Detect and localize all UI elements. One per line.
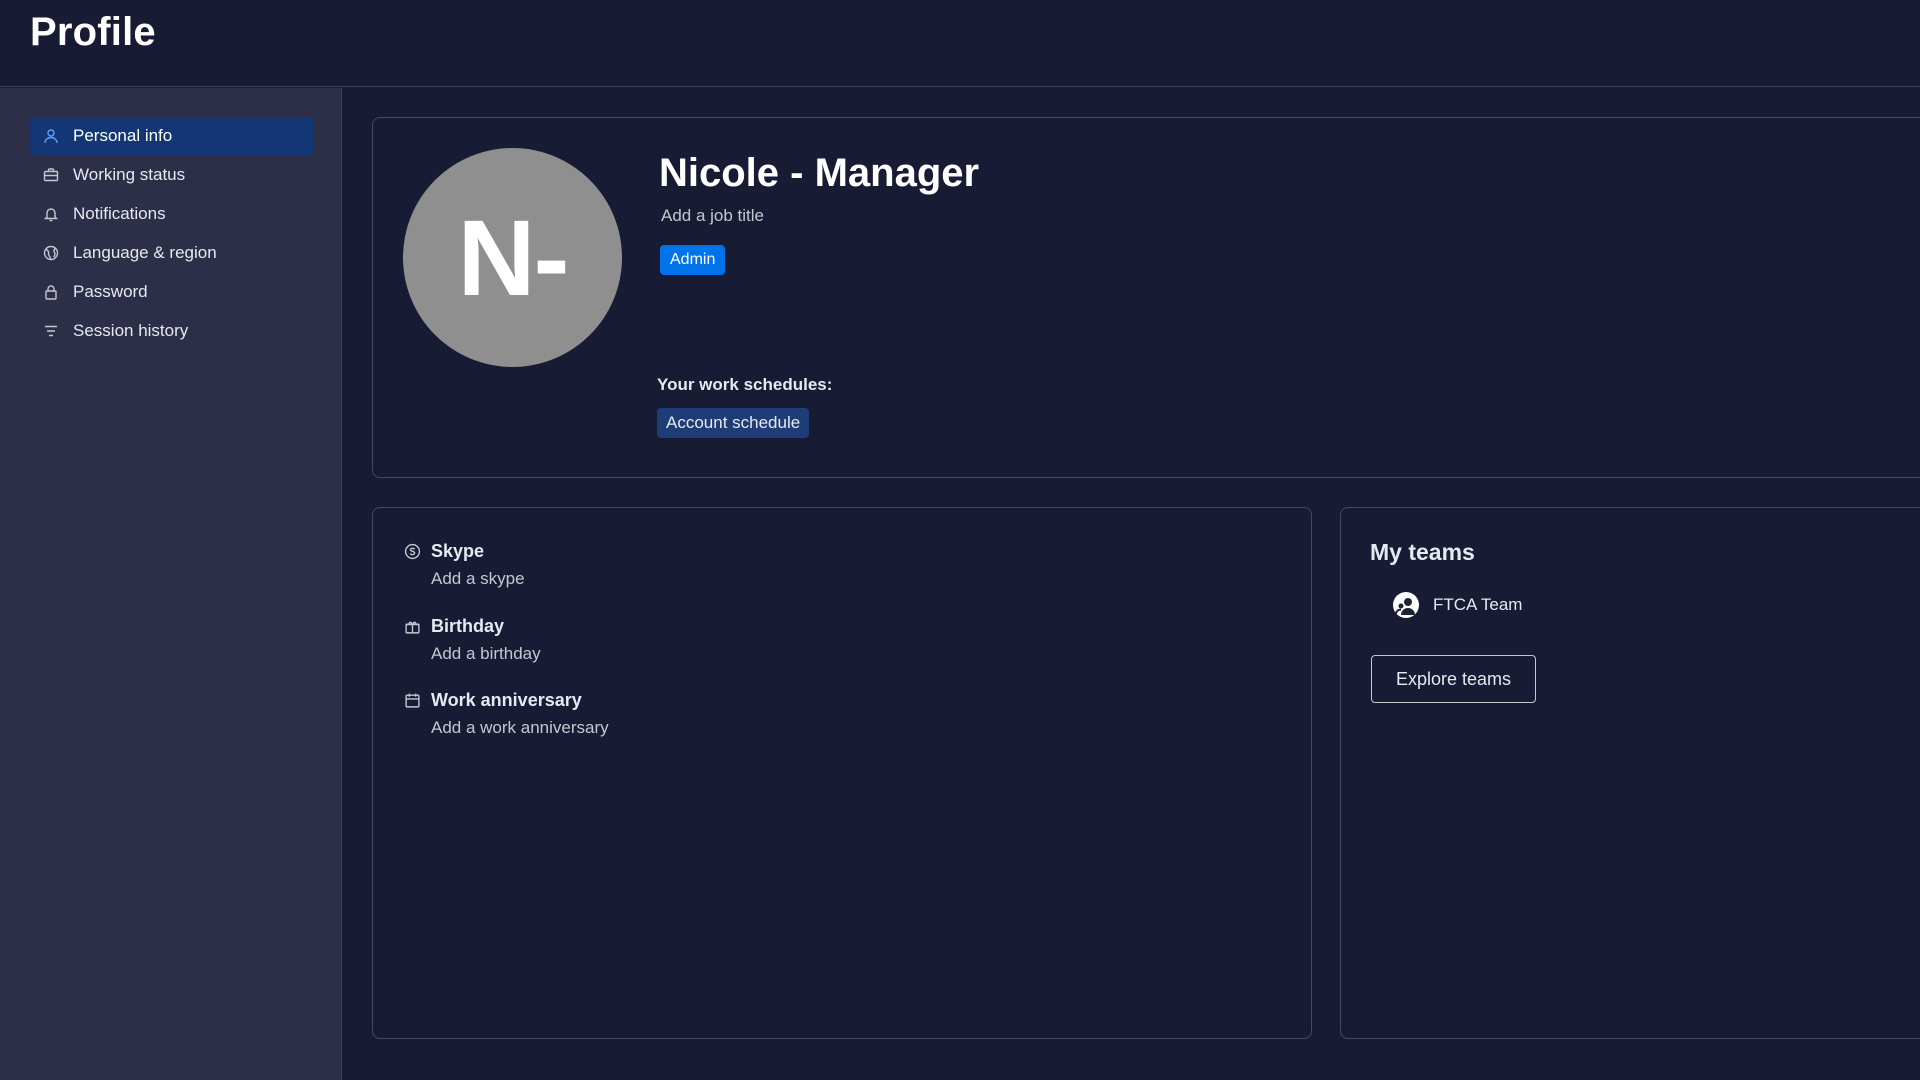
sidebar: Personal info Working status Notificatio…: [0, 88, 342, 1080]
gift-icon: [403, 618, 421, 636]
birthday-field[interactable]: Add a birthday: [431, 644, 541, 664]
teams-card: My teams FTCA Team Explore teams: [1340, 507, 1920, 1039]
profile-card: N- Nicole - Manager Add a job title Admi…: [372, 117, 1920, 478]
skype-icon: [403, 543, 421, 561]
team-item[interactable]: FTCA Team: [1393, 592, 1522, 618]
calendar-icon: [403, 692, 421, 710]
team-icon: [1393, 592, 1419, 618]
role-badge: Admin: [660, 245, 726, 275]
detail-title: Work anniversary: [431, 690, 582, 710]
bell-icon: [42, 205, 60, 223]
detail-work-anniversary: Work anniversary Add a work anniversary: [403, 690, 609, 738]
sidebar-item-label: Session history: [73, 321, 189, 340]
explore-teams-button[interactable]: Explore teams: [1371, 655, 1536, 703]
filter-lines-icon: [42, 322, 60, 340]
sidebar-item-session-history[interactable]: Session history: [30, 312, 313, 350]
lock-icon: [42, 283, 60, 301]
work-schedules-label: Your work schedules:: [657, 375, 833, 394]
detail-title: Birthday: [431, 616, 505, 636]
detail-birthday: Birthday Add a birthday: [403, 616, 541, 664]
sidebar-item-label: Password: [73, 282, 148, 301]
user-name[interactable]: Nicole - Manager: [659, 151, 979, 196]
sidebar-item-working-status[interactable]: Working status: [30, 156, 313, 194]
sidebar-item-label: Personal info: [73, 126, 173, 145]
sidebar-item-personal-info[interactable]: Personal info: [30, 117, 313, 155]
teams-title: My teams: [1370, 539, 1475, 565]
account-schedule-chip[interactable]: Account schedule: [657, 408, 810, 438]
person-icon: [42, 127, 60, 145]
team-name: FTCA Team: [1433, 595, 1523, 614]
sidebar-item-password[interactable]: Password: [30, 273, 313, 311]
details-card: Skype Add a skype Birthday Add a birthda…: [372, 507, 1312, 1039]
sidebar-item-notifications[interactable]: Notifications: [30, 195, 313, 233]
page-title: Profile: [30, 10, 156, 54]
sidebar-item-label: Notifications: [73, 204, 166, 223]
detail-skype: Skype Add a skype: [403, 541, 525, 589]
detail-title: Skype: [431, 541, 485, 561]
top-bar: Profile: [0, 0, 1920, 87]
globe-icon: [42, 244, 60, 262]
job-title-field[interactable]: Add a job title: [661, 206, 764, 226]
skype-field[interactable]: Add a skype: [431, 569, 525, 589]
sidebar-item-label: Language & region: [73, 243, 217, 262]
sidebar-item-language-region[interactable]: Language & region: [30, 234, 313, 272]
work-anniversary-field[interactable]: Add a work anniversary: [431, 718, 609, 738]
avatar[interactable]: N-: [403, 148, 622, 367]
briefcase-icon: [42, 166, 60, 184]
sidebar-item-label: Working status: [73, 165, 186, 184]
sidebar-nav: Personal info Working status Notificatio…: [30, 117, 313, 351]
